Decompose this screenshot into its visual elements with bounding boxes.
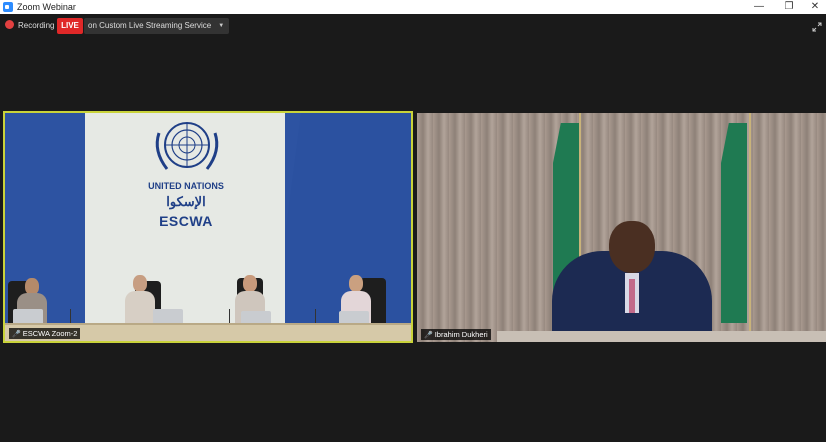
close-button[interactable]: ✕ — [800, 0, 826, 14]
stream-label: on Custom Live Streaming Service — [88, 21, 212, 30]
minimize-button[interactable]: — — [744, 0, 774, 14]
flag — [721, 123, 747, 323]
zoom-app-icon — [3, 2, 13, 12]
microphone-icon: 🎤 — [12, 331, 21, 338]
speaker-tie — [629, 279, 635, 313]
recording-label: Recording — [18, 21, 55, 30]
flag-pole — [749, 113, 751, 342]
signage-line-2: الإسكوا — [166, 194, 206, 209]
video-tile-ibrahim[interactable]: 🎤 Ibrahim Dukheri — [417, 113, 826, 342]
un-emblem-icon — [155, 122, 219, 170]
participant-name: Ibrahim Dukheri — [434, 330, 488, 339]
title-bar: Zoom Webinar — ❐ ✕ — [0, 0, 826, 14]
live-badge: LIVE — [57, 18, 83, 34]
signage-line-3: ESCWA — [159, 213, 213, 229]
window-title: Zoom Webinar — [17, 2, 76, 12]
desk — [497, 331, 826, 342]
participant-name: ESCWA Zoom-2 — [22, 329, 78, 338]
recording-indicator[interactable]: Recording — [5, 18, 54, 34]
speaker-head — [609, 221, 655, 273]
participant-name-tag: 🎤 ESCWA Zoom-2 — [9, 328, 81, 339]
microphone-icon: 🎤 — [424, 332, 433, 339]
meeting-top-strip: Recording LIVE on Custom Live Streaming … — [0, 14, 826, 40]
video-tile-escwa[interactable]: UNITED NATIONS الإسكوا ESCWA 🎤 ESCWA Zoom… — [3, 111, 413, 343]
expand-arrows-icon — [812, 22, 822, 32]
record-dot-icon — [5, 20, 14, 30]
fullscreen-icon[interactable] — [812, 22, 822, 32]
participant-name-tag: 🎤 Ibrahim Dukheri — [421, 329, 491, 340]
live-stream-dropdown[interactable]: on Custom Live Streaming Service ▼ — [84, 18, 230, 34]
signage-line-1: UNITED NATIONS — [148, 181, 224, 191]
chevron-down-icon: ▼ — [218, 23, 225, 29]
